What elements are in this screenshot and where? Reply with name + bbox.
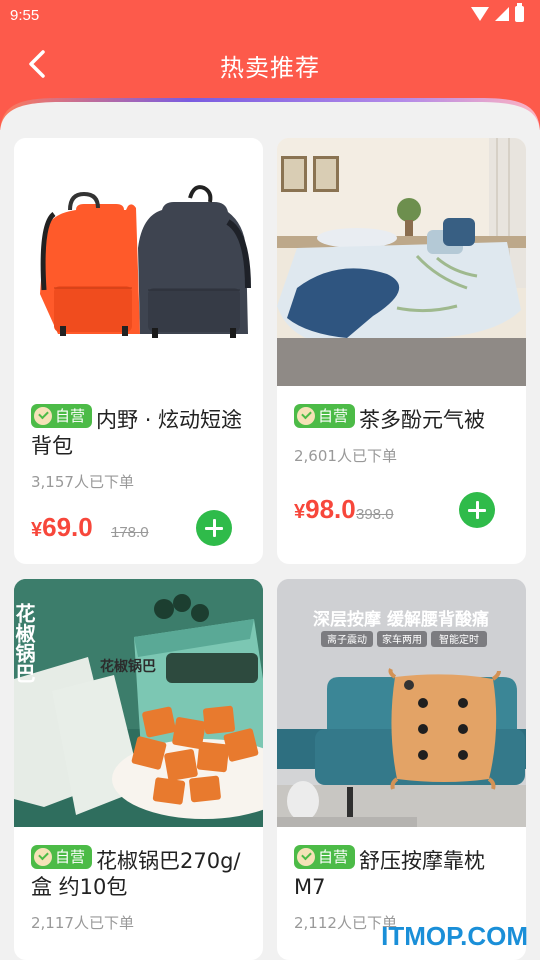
product-card[interactable]: 自营 内野 · 炫动短途背包 3,157人已下单 ¥69.0 178.0 xyxy=(14,138,263,564)
product-price: ¥69.0 xyxy=(31,512,93,542)
check-icon xyxy=(34,848,52,866)
watermark: ITMOP.COM xyxy=(381,921,528,951)
status-icons xyxy=(471,3,524,22)
original-price: 178.0 xyxy=(111,524,149,541)
image-vertical-title: 花椒锅巴 xyxy=(14,603,36,683)
product-title[interactable]: 自营 内野 · 炫动短途背包 xyxy=(31,404,246,459)
add-to-cart-button[interactable] xyxy=(459,492,495,528)
product-card[interactable]: 自营 茶多酚元气被 2,601人已下单 ¥98.0 398.0 xyxy=(277,138,526,564)
product-title[interactable]: 自营 花椒锅巴270g/盒 约10包 xyxy=(31,845,246,900)
price-row: ¥98.0 398.0 xyxy=(294,492,509,552)
sold-count: 2,117人已下单 xyxy=(31,914,134,932)
battery-icon xyxy=(515,3,524,22)
self-operated-badge: 自营 xyxy=(294,404,356,428)
product-image-snack: 花椒锅巴 花椒锅巴 xyxy=(14,579,263,827)
wifi-icon xyxy=(471,7,489,21)
header-wave-decoration xyxy=(0,98,540,134)
product-title[interactable]: 自营 舒压按摩靠枕M7 xyxy=(294,845,509,900)
product-image-quilt xyxy=(277,138,526,386)
image-tag-1: 离子震动 xyxy=(327,633,367,646)
product-price: ¥98.0 xyxy=(294,494,356,524)
sold-count: 3,157人已下单 xyxy=(31,473,134,491)
product-image-backpack xyxy=(14,138,263,386)
signal-icon xyxy=(495,7,509,21)
image-tag-2: 家车两用 xyxy=(382,633,422,646)
product-card[interactable]: 深层按摩 缓解腰背酸痛 离子震动 家车两用 智能定时 自营 舒压按摩靠枕M7 2,… xyxy=(277,579,526,960)
product-title[interactable]: 自营 茶多酚元气被 xyxy=(294,404,509,433)
product-image-massage-pillow: 深层按摩 缓解腰背酸痛 离子震动 家车两用 智能定时 xyxy=(277,579,526,827)
image-box-label: 花椒锅巴 xyxy=(100,658,156,675)
add-to-cart-button[interactable] xyxy=(196,510,232,546)
price-row: ¥69.0 178.0 xyxy=(31,510,246,564)
self-operated-badge: 自营 xyxy=(31,845,93,869)
self-operated-badge: 自营 xyxy=(31,404,93,428)
check-icon xyxy=(34,407,52,425)
check-icon xyxy=(297,407,315,425)
image-tag-3: 智能定时 xyxy=(439,633,479,646)
self-operated-badge: 自营 xyxy=(294,845,356,869)
page-title: 热卖推荐 xyxy=(220,54,320,82)
check-icon xyxy=(297,848,315,866)
nav-bar: 热卖推荐 xyxy=(0,34,540,94)
product-card[interactable]: 花椒锅巴 花椒锅巴 自营 花椒锅巴270g/盒 约10包 2,117人已下单 xyxy=(14,579,263,960)
original-price: 398.0 xyxy=(356,506,394,523)
status-bar: 9:55 xyxy=(0,0,540,32)
status-time: 9:55 xyxy=(10,7,40,24)
image-headline: 深层按摩 缓解腰背酸痛 xyxy=(313,609,489,630)
sold-count: 2,601人已下单 xyxy=(294,447,397,465)
